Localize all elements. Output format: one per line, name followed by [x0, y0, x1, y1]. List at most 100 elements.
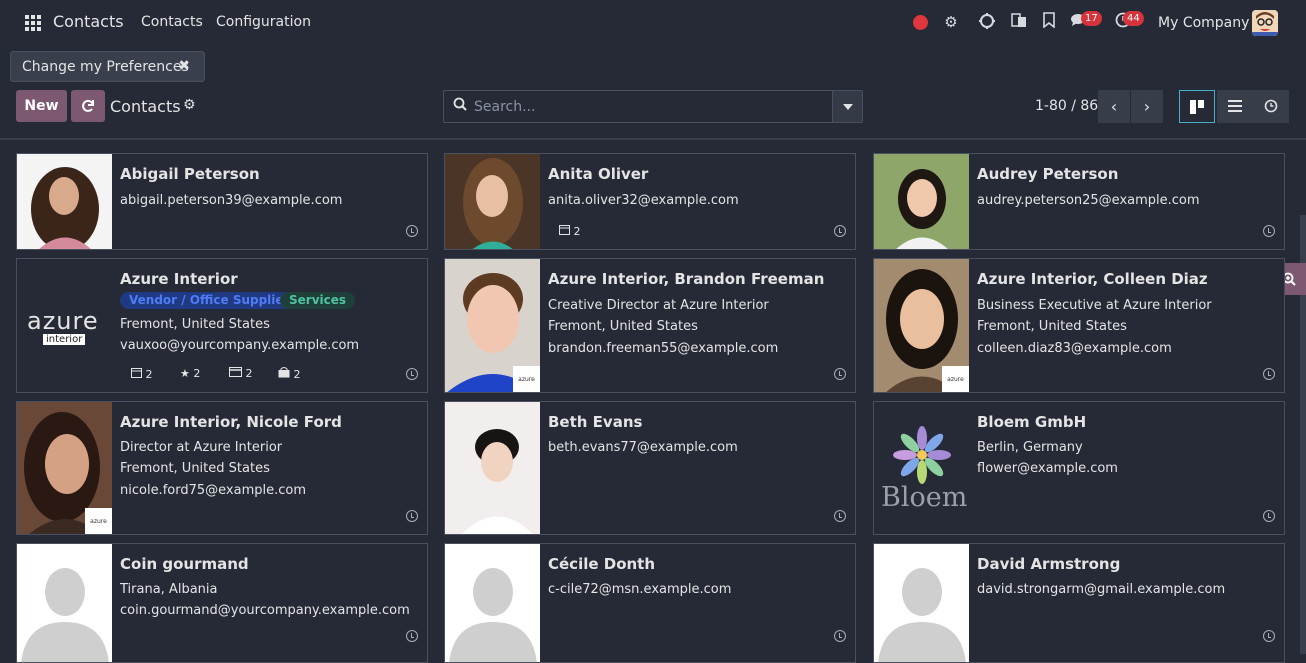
activity-view-button[interactable] [1253, 90, 1289, 123]
close-icon[interactable]: ✖ [178, 58, 190, 74]
logo-text: azure [27, 307, 99, 335]
meetings-stat[interactable]: 2 [131, 367, 153, 381]
contact-function: Director at Azure Interior [120, 440, 283, 455]
contact-email: c-cile72@msn.example.com [548, 582, 732, 597]
contact-address: Fremont, United States [120, 461, 270, 476]
star-icon: ★ [180, 367, 190, 380]
search-input[interactable] [474, 96, 829, 118]
contact-card[interactable]: Abigail Peterson abigail.peterson39@exam… [16, 153, 428, 250]
placeholder-avatar-icon [17, 544, 112, 662]
activity-clock-icon[interactable] [1263, 510, 1275, 522]
preferences-chip[interactable]: Change my Preferences ✖ [10, 51, 205, 82]
contact-name: David Armstrong [977, 555, 1121, 573]
contact-email: coin.gourmand@yourcompany.example.com [120, 603, 410, 618]
company-switcher[interactable]: My Company [1158, 15, 1249, 31]
contact-card[interactable]: David Armstrong david.strongarm@gmail.ex… [873, 543, 1285, 663]
contact-function: Business Executive at Azure Interior [977, 298, 1212, 313]
shopping-bag-icon [278, 367, 290, 378]
activity-clock-icon[interactable] [406, 630, 418, 642]
record-icon[interactable] [913, 15, 928, 30]
purchases-stat[interactable]: 2 [278, 367, 301, 381]
tag-vendor[interactable]: Vendor / Office Supplies [120, 292, 300, 309]
contact-card[interactable]: azure Azure Interior, Nicole Ford Direct… [16, 401, 428, 535]
contact-name: Bloem GmbH [977, 413, 1087, 431]
contact-email: vauxoo@yourcompany.example.com [120, 338, 360, 353]
meetings-count: 2 [145, 368, 153, 381]
refresh-button[interactable] [71, 90, 105, 122]
contact-photo [874, 154, 969, 249]
contact-email: nicole.ford75@example.com [120, 483, 306, 498]
contact-address: Fremont, United States [977, 319, 1127, 334]
contact-name: Cécile Donth [548, 555, 656, 573]
activity-clock-icon[interactable] [406, 510, 418, 522]
opportunities-count: 2 [193, 367, 201, 380]
user-avatar[interactable] [1252, 10, 1278, 36]
pager-previous-button[interactable]: ‹ [1098, 90, 1130, 123]
calendar-count: 2 [573, 225, 581, 238]
actions-gear-icon[interactable]: ⚙ [183, 97, 196, 113]
translate-icon[interactable] [1009, 12, 1029, 32]
refresh-icon [82, 99, 94, 112]
activity-clock-icon[interactable] [406, 225, 418, 237]
contact-email: abigail.peterson39@example.com [120, 193, 343, 208]
contact-name: Beth Evans [548, 413, 643, 431]
apps-menu-icon[interactable] [25, 15, 41, 31]
logo-text: Bloem [881, 482, 968, 513]
app-brand[interactable]: Contacts [53, 12, 124, 31]
contact-address: Berlin, Germany [977, 440, 1083, 455]
company-card[interactable]: Bloem Bloem GmbH Berlin, Germany flower@… [873, 401, 1285, 535]
contact-photo [445, 154, 540, 249]
company-logo: Bloem [874, 402, 969, 534]
list-view-button[interactable] [1217, 90, 1253, 123]
contact-address: Fremont, United States [120, 317, 270, 332]
company-mini-logo: azure [513, 366, 540, 392]
kanban-view-button[interactable] [1179, 90, 1215, 123]
pager-value[interactable]: 1-80 / 86 [1035, 98, 1098, 114]
menu-contacts[interactable]: Contacts [141, 14, 203, 30]
contact-email: brandon.freeman55@example.com [548, 341, 779, 356]
tag-services[interactable]: Services [280, 292, 356, 309]
new-button[interactable]: New [16, 90, 67, 122]
activity-clock-icon[interactable] [406, 368, 418, 380]
company-mini-logo: azure [85, 508, 112, 534]
contact-card[interactable]: azure Azure Interior, Brandon Freeman Cr… [444, 258, 856, 393]
contact-name: Abigail Peterson [120, 165, 260, 183]
credit-card-icon [229, 367, 242, 377]
contact-email: anita.oliver32@example.com [548, 193, 739, 208]
contact-card[interactable]: Coin gourmand Tirana, Albania coin.gourm… [16, 543, 428, 663]
contact-name: Azure Interior, Colleen Diaz [977, 270, 1208, 288]
settings-gear-icon[interactable]: ⚙ [941, 12, 961, 32]
contact-name: Audrey Peterson [977, 165, 1119, 183]
contact-email: audrey.peterson25@example.com [977, 193, 1200, 208]
search-options-toggle[interactable] [832, 91, 862, 122]
contact-email: flower@example.com [977, 461, 1118, 476]
contact-card[interactable]: Beth Evans beth.evans77@example.com [444, 401, 856, 535]
contact-email: david.strongarm@gmail.example.com [977, 582, 1226, 597]
contact-card[interactable]: Anita Oliver anita.oliver32@example.com … [444, 153, 856, 250]
contact-name: Azure Interior [120, 270, 238, 288]
opportunities-stat[interactable]: ★ 2 [180, 367, 200, 380]
contact-card[interactable]: Cécile Donth c-cile72@msn.example.com [444, 543, 856, 663]
bug-icon[interactable] [977, 12, 997, 32]
bookmark-icon[interactable] [1039, 12, 1059, 32]
activity-clock-icon[interactable] [834, 510, 846, 522]
kanban-icon [1190, 100, 1204, 114]
contact-card[interactable]: azure Azure Interior, Colleen Diaz Busin… [873, 258, 1285, 393]
activity-clock-icon[interactable] [834, 630, 846, 642]
top-navbar: Contacts Contacts Configuration ⚙ 17 44 … [0, 0, 1306, 46]
activity-clock-icon[interactable] [1263, 225, 1275, 237]
activity-clock-icon[interactable] [1263, 630, 1275, 642]
pager-next-button[interactable]: › [1131, 90, 1163, 123]
header-divider [0, 138, 1306, 140]
calendar-stat[interactable]: 2 [559, 224, 581, 238]
invoices-stat[interactable]: 2 [229, 367, 253, 380]
contact-card[interactable]: Audrey Peterson audrey.peterson25@exampl… [873, 153, 1285, 250]
contact-address: Tirana, Albania [120, 582, 218, 597]
activity-clock-icon[interactable] [834, 368, 846, 380]
contact-email: colleen.diaz83@example.com [977, 341, 1172, 356]
activity-clock-icon[interactable] [1263, 368, 1275, 380]
list-icon [1228, 100, 1242, 112]
menu-configuration[interactable]: Configuration [216, 14, 311, 30]
company-card[interactable]: azure interior Azure Interior Vendor / O… [16, 258, 428, 393]
activity-clock-icon[interactable] [834, 225, 846, 237]
